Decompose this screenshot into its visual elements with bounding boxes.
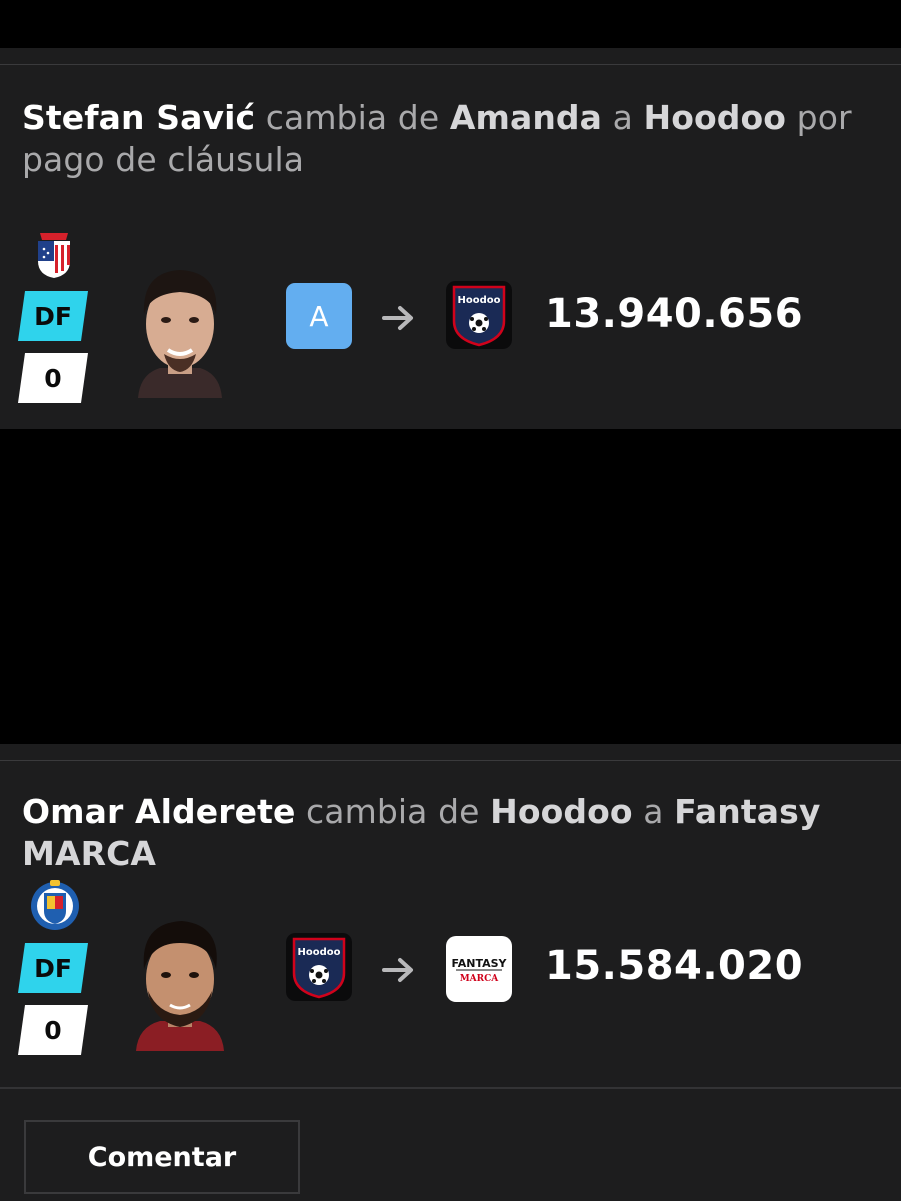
hoodoo-team-icon[interactable]: Hoodoo — [446, 281, 512, 349]
points-badge: 0 — [18, 353, 88, 403]
player-name[interactable]: Omar Alderete — [22, 792, 295, 831]
points-badge: 0 — [18, 1005, 88, 1055]
arrow-right-icon — [382, 958, 413, 982]
from-team-name[interactable]: Amanda — [450, 98, 602, 137]
position-badge: DF — [18, 291, 88, 341]
svg-text:Hoodoo: Hoodoo — [457, 295, 500, 306]
arrow-right-icon — [382, 306, 413, 330]
divider — [0, 1087, 901, 1089]
transfer-card-1: Stefan Savić cambia de Amanda a Hoodoo p… — [0, 64, 901, 429]
player-name[interactable]: Stefan Savić — [22, 98, 255, 137]
getafe-crest-icon — [31, 880, 79, 930]
svg-text:FANTASY: FANTASY — [451, 957, 507, 970]
comment-button[interactable]: Comentar — [24, 1120, 300, 1194]
hoodoo-team-icon[interactable]: Hoodoo — [286, 933, 352, 1001]
transfer-headline: Stefan Savić cambia de Amanda a Hoodoo p… — [22, 98, 852, 179]
from-team-name[interactable]: Hoodoo — [490, 792, 633, 831]
fantasy-marca-team-icon[interactable]: FANTASY MARCA — [446, 935, 512, 1003]
transfer-amount: 13.940.656 — [545, 291, 804, 337]
player-photo[interactable] — [130, 264, 230, 398]
svg-text:MARCA: MARCA — [460, 974, 500, 984]
from-team-avatar[interactable]: A — [286, 283, 352, 349]
transfer-headline: Omar Alderete cambia de Hoodoo a Fantasy… — [22, 792, 821, 873]
svg-text:Hoodoo: Hoodoo — [297, 947, 340, 958]
position-badge: DF — [18, 943, 88, 993]
atletico-madrid-crest-icon — [38, 233, 70, 278]
transfer-amount: 15.584.020 — [545, 943, 804, 989]
to-team-name[interactable]: Hoodoo — [644, 98, 787, 137]
player-photo[interactable] — [130, 917, 230, 1051]
